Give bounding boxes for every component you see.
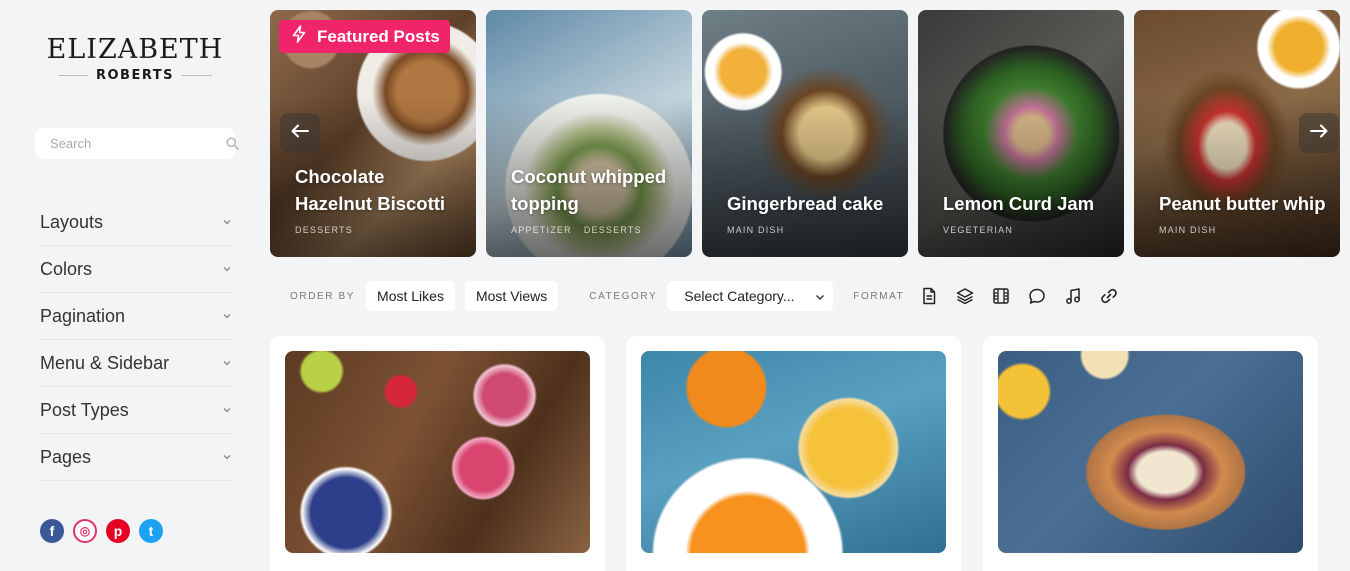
menu-item-pages[interactable]: Pages	[40, 434, 232, 481]
social-links: f ◎ p t	[40, 519, 163, 543]
slide-title[interactable]: Coconut whipped topping	[511, 163, 682, 217]
search-box	[35, 128, 239, 159]
slide-title[interactable]: Lemon Curd Jam	[943, 190, 1114, 217]
slide-category[interactable]: APPETIZER	[511, 225, 572, 235]
order-most-likes-button[interactable]: Most Likes	[366, 281, 455, 311]
post-card[interactable]	[270, 336, 605, 571]
search-icon[interactable]	[226, 136, 239, 152]
menu-item-layouts[interactable]: Layouts	[40, 199, 232, 246]
filter-bar: ORDER BY Most Likes Most Views CATEGORY …	[290, 281, 1119, 311]
menu-item-label: Post Types	[40, 399, 129, 420]
logo-subname: ROBERTS	[95, 68, 174, 83]
slide-title[interactable]: Gingerbread cake	[727, 190, 898, 217]
post-card[interactable]	[626, 336, 961, 571]
slide-category[interactable]: DESSERTS	[584, 225, 642, 235]
order-by-label: ORDER BY	[290, 290, 356, 302]
menu-item-post-types[interactable]: Post Types	[40, 387, 232, 434]
featured-slide[interactable]: Gingerbread cake MAIN DISH	[702, 10, 908, 257]
lightning-icon	[291, 25, 307, 48]
category-select-value: Select Category...	[684, 288, 795, 304]
post-card[interactable]	[983, 336, 1318, 571]
menu-item-label: Colors	[40, 258, 93, 279]
slide-title[interactable]: Chocolate Hazelnut Biscotti	[295, 163, 466, 217]
featured-slide[interactable]: Lemon Curd Jam VEGETERIAN	[918, 10, 1124, 257]
featured-posts-badge: Featured Posts	[279, 20, 450, 53]
link-icon[interactable]	[1099, 286, 1119, 306]
instagram-icon[interactable]: ◎	[73, 519, 97, 543]
chevron-down-icon	[222, 358, 232, 368]
arrow-left-icon	[291, 124, 309, 143]
menu-item-label: Pagination	[40, 305, 126, 326]
order-most-views-button[interactable]: Most Views	[464, 281, 559, 311]
sidebar-menu: Layouts Colors Pagination Menu & Sidebar…	[40, 199, 232, 481]
category-select[interactable]: Select Category...	[667, 281, 834, 311]
slide-category[interactable]: MAIN DISH	[727, 225, 784, 235]
category-label: CATEGORY	[589, 290, 658, 302]
chevron-down-icon	[815, 288, 825, 304]
featured-posts-label: Featured Posts	[317, 26, 440, 46]
slide-category[interactable]: VEGETERIAN	[943, 225, 1013, 235]
menu-item-label: Pages	[40, 446, 92, 467]
logo-name: ELIZABETH	[46, 34, 224, 65]
slide-category[interactable]: MAIN DISH	[1159, 225, 1216, 235]
slide-title[interactable]: Peanut butter whip	[1159, 190, 1330, 217]
twitter-icon[interactable]: t	[139, 519, 163, 543]
pinterest-icon[interactable]: p	[106, 519, 130, 543]
chat-bubble-icon[interactable]	[1027, 286, 1047, 306]
layers-icon[interactable]	[955, 286, 975, 306]
facebook-icon[interactable]: f	[40, 519, 64, 543]
chevron-down-icon	[222, 217, 232, 227]
chevron-down-icon	[222, 452, 232, 462]
slide-category[interactable]: DESSERTS	[295, 225, 353, 235]
menu-item-colors[interactable]: Colors	[40, 246, 232, 293]
sidebar: ELIZABETH ROBERTS Layouts Colors Paginat…	[0, 0, 255, 571]
document-icon[interactable]	[919, 286, 939, 306]
chevron-down-icon	[222, 264, 232, 274]
arrow-right-icon	[1310, 124, 1328, 143]
music-note-icon[interactable]	[1063, 286, 1083, 306]
slider-next-button[interactable]	[1299, 113, 1339, 153]
post-image[interactable]	[998, 351, 1303, 553]
format-label: FORMAT	[853, 290, 905, 302]
search-input[interactable]	[50, 136, 226, 151]
logo-divider	[57, 75, 88, 76]
post-image[interactable]	[641, 351, 946, 553]
chevron-down-icon	[222, 311, 232, 321]
logo-divider	[182, 75, 212, 76]
post-image[interactable]	[285, 351, 590, 553]
menu-item-label: Menu & Sidebar	[40, 352, 170, 373]
featured-slide[interactable]: Coconut whipped topping APPETIZER DESSER…	[486, 10, 692, 257]
site-logo[interactable]: ELIZABETH ROBERTS	[40, 34, 230, 83]
menu-item-menu-sidebar[interactable]: Menu & Sidebar	[40, 340, 232, 387]
menu-item-pagination[interactable]: Pagination	[40, 293, 232, 340]
slider-prev-button[interactable]	[280, 113, 320, 153]
film-icon[interactable]	[991, 286, 1011, 306]
menu-item-label: Layouts	[40, 211, 104, 232]
chevron-down-icon	[222, 405, 232, 415]
